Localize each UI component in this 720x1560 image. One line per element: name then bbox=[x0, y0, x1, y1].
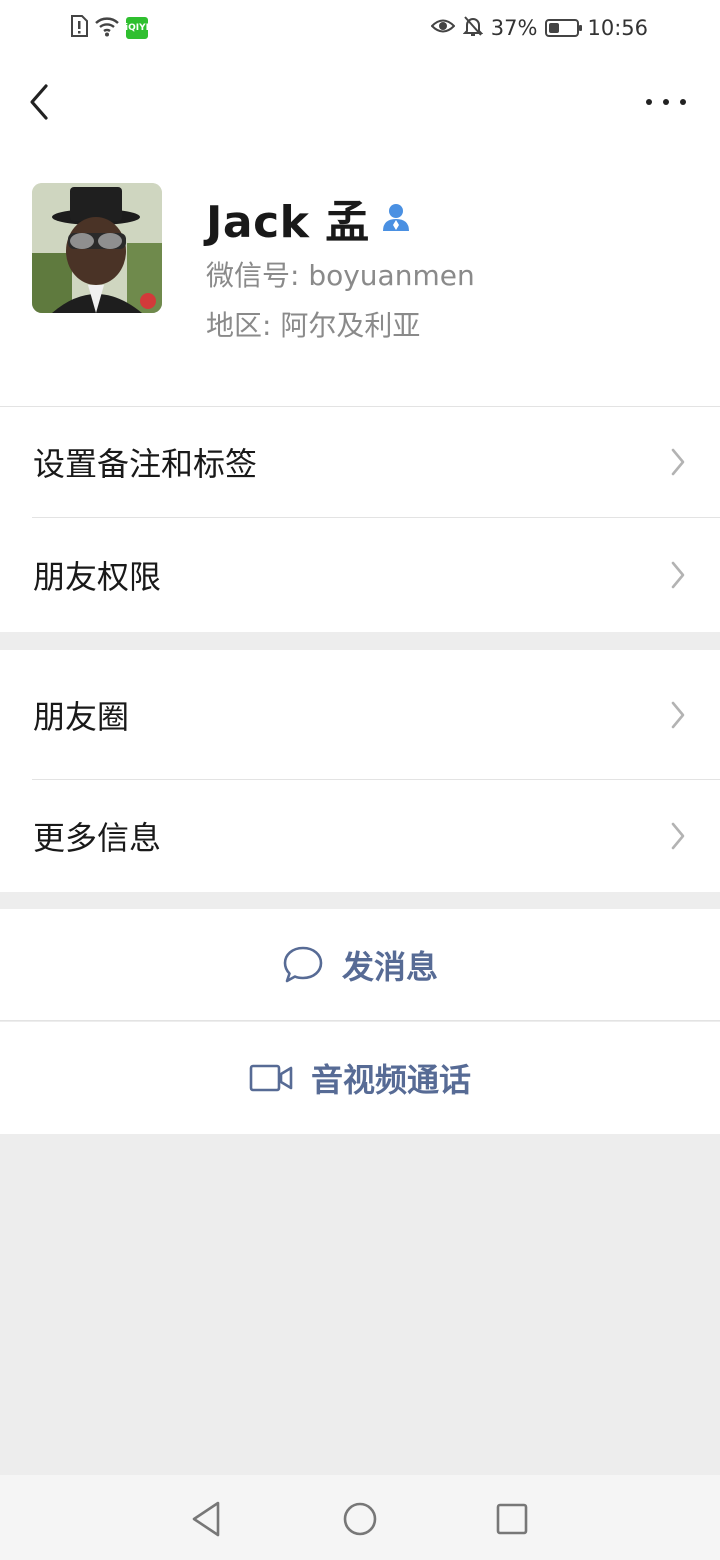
sim-alert-icon bbox=[70, 15, 88, 41]
row-label: 朋友权限 bbox=[33, 558, 162, 596]
row-more-info[interactable]: 更多信息 bbox=[0, 780, 720, 892]
nav-recents-button[interactable] bbox=[492, 1499, 532, 1539]
more-button[interactable] bbox=[646, 90, 686, 114]
status-right-icons: 37% 10:56 bbox=[430, 14, 648, 42]
status-bar: iQIYI 37% 10:56 bbox=[0, 0, 720, 56]
bell-muted-icon bbox=[462, 15, 484, 42]
wifi-icon bbox=[94, 15, 120, 41]
row-label: 设置备注和标签 bbox=[33, 445, 258, 483]
back-button[interactable] bbox=[24, 82, 60, 122]
avatar[interactable] bbox=[32, 183, 162, 313]
battery-percent: 37% bbox=[490, 16, 538, 40]
video-call-button[interactable]: 音视频通话 bbox=[0, 1022, 720, 1134]
triangle-back-icon bbox=[192, 1501, 220, 1537]
chevron-right-icon bbox=[671, 448, 685, 476]
square-recents-icon bbox=[496, 1503, 528, 1535]
row-friend-permissions[interactable]: 朋友权限 bbox=[0, 518, 720, 632]
profile-header: Jack 孟 微信号: boyuanmen 地区: 阿尔及利亚 bbox=[0, 56, 720, 406]
settings-section: 设置备注和标签 朋友权限 bbox=[0, 406, 720, 632]
clock-time: 10:56 bbox=[587, 16, 648, 40]
status-left-icons: iQIYI bbox=[70, 14, 149, 42]
chevron-left-icon bbox=[30, 84, 48, 120]
profile-name-row: Jack 孟 bbox=[206, 186, 412, 250]
chevron-right-icon bbox=[671, 561, 685, 589]
send-message-label: 发消息 bbox=[341, 948, 438, 986]
more-icon-dot bbox=[680, 99, 686, 105]
row-moments[interactable]: 朋友圈 bbox=[0, 650, 720, 780]
nav-home-button[interactable] bbox=[340, 1499, 380, 1539]
row-remarks-tags[interactable]: 设置备注和标签 bbox=[0, 406, 720, 518]
battery-icon bbox=[545, 19, 583, 37]
profile-name: Jack 孟 bbox=[206, 197, 370, 248]
video-call-label: 音视频通话 bbox=[310, 1061, 471, 1099]
wechat-id: 微信号: boyuanmen bbox=[206, 259, 475, 292]
contact-person-icon bbox=[380, 193, 412, 244]
send-message-button[interactable]: 发消息 bbox=[0, 909, 720, 1021]
row-label: 更多信息 bbox=[33, 819, 162, 857]
row-label: 朋友圈 bbox=[33, 698, 130, 736]
avatar-image bbox=[32, 183, 162, 313]
video-camera-icon bbox=[249, 1064, 293, 1092]
nav-back-button[interactable] bbox=[188, 1499, 228, 1539]
chevron-right-icon bbox=[671, 701, 685, 729]
system-nav-bar bbox=[0, 1475, 720, 1560]
eye-comfort-icon bbox=[430, 16, 456, 40]
region: 地区: 阿尔及利亚 bbox=[206, 309, 421, 342]
more-icon-dot bbox=[663, 99, 669, 105]
info-section: 朋友圈 更多信息 bbox=[0, 650, 720, 892]
chat-bubble-icon bbox=[283, 946, 323, 983]
chevron-right-icon bbox=[671, 822, 685, 850]
iqiyi-app-icon: iQIYI bbox=[125, 17, 149, 39]
action-divider bbox=[0, 1020, 720, 1021]
more-icon bbox=[646, 99, 652, 105]
circle-home-icon bbox=[343, 1502, 377, 1536]
